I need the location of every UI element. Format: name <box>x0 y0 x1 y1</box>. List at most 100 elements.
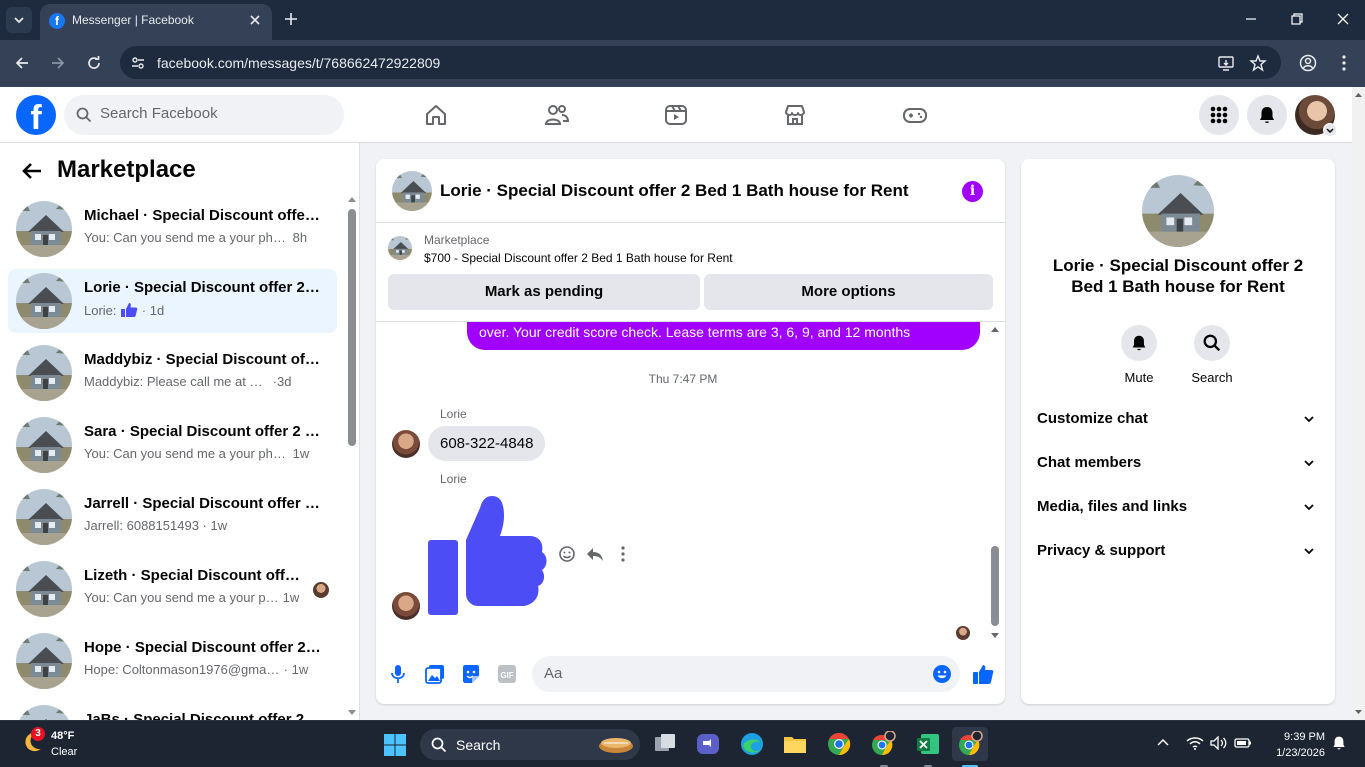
search-label: Search <box>1191 370 1233 385</box>
scroll-up-arrow-icon[interactable] <box>990 325 1000 333</box>
sidebar-scrollbar[interactable] <box>348 209 356 446</box>
emoji-icon[interactable] <box>932 664 952 684</box>
conversation-item-jarrell[interactable]: Jarrell · Special Discount offer 2 Bed 1… <box>8 485 337 549</box>
windows-start-icon[interactable] <box>384 734 406 756</box>
chrome-profile-icon[interactable] <box>870 731 896 757</box>
wifi-icon[interactable] <box>1186 736 1204 750</box>
more-actions-icon[interactable] <box>614 545 632 563</box>
mark-as-pending-button[interactable]: Mark as pending <box>388 274 700 310</box>
conversation-item-maddybiz[interactable]: Maddybiz · Special Discount offer 2 Bed … <box>8 341 337 405</box>
browser-menu-icon[interactable] <box>1336 54 1352 72</box>
privacy-support-section[interactable]: Privacy & support <box>1037 531 1319 571</box>
file-explorer-icon[interactable] <box>782 731 808 757</box>
bookmark-star-icon[interactable] <box>1249 54 1267 72</box>
microphone-icon[interactable] <box>390 664 406 684</box>
chrome-icon[interactable] <box>826 731 852 757</box>
weather-temperature[interactable]: 48°F <box>51 730 74 742</box>
conversation-item-sara[interactable]: Sara · Special Discount offer 2 Bed 1 Ba… <box>8 413 337 477</box>
message-list: over. Your credit score check. Lease ter… <box>376 322 1005 646</box>
scroll-down-arrow-icon[interactable] <box>347 709 357 717</box>
listing-thumbnail[interactable] <box>1142 175 1214 247</box>
facebook-search-box[interactable] <box>64 95 344 135</box>
conversation-item-hope[interactable]: Hope · Special Discount offer 2 Bed 1 Ba… <box>8 629 337 693</box>
chat-title[interactable]: Lorie · Special Discount offer 2 Bed 1 B… <box>440 181 909 201</box>
site-settings-icon[interactable] <box>130 55 146 71</box>
notification-bell-icon[interactable] <box>1331 735 1347 751</box>
message-input[interactable] <box>544 665 914 682</box>
window-close-icon[interactable] <box>1336 12 1350 26</box>
conversation-preview: You: Can you send me a your phone 1w <box>84 590 300 605</box>
teams-chat-icon[interactable] <box>695 731 721 757</box>
gaming-icon[interactable] <box>902 103 928 127</box>
info-icon[interactable]: i <box>962 181 983 202</box>
chat-members-section[interactable]: Chat members <box>1037 443 1319 483</box>
account-avatar[interactable] <box>1295 95 1337 137</box>
reload-icon[interactable] <box>86 55 102 71</box>
sender-avatar[interactable] <box>392 592 420 620</box>
mute-button[interactable]: Mute <box>1109 325 1169 385</box>
react-emoji-icon[interactable] <box>558 545 576 563</box>
scroll-up-arrow-icon[interactable] <box>347 195 357 203</box>
gif-icon[interactable]: GIF <box>497 664 517 684</box>
forward-arrow-icon[interactable] <box>50 55 66 71</box>
sticker-icon[interactable] <box>461 664 481 684</box>
scroll-down-arrow-icon[interactable] <box>1352 707 1365 717</box>
menu-grid-button[interactable] <box>1199 95 1239 135</box>
notifications-button[interactable] <box>1247 95 1287 135</box>
facebook-search-input[interactable] <box>100 105 330 122</box>
conversation-item-lizeth[interactable]: Lizeth · Special Discount offer 2 Bed 1 … <box>8 557 337 621</box>
show-hidden-icons-chevron-icon[interactable] <box>1156 736 1170 748</box>
conversation-item-jabs[interactable]: JaBs · Special Discount offer 2 Bed 1 Ba… <box>8 701 337 720</box>
media-files-links-section[interactable]: Media, files and links <box>1037 487 1319 527</box>
reply-arrow-icon[interactable] <box>586 545 604 563</box>
excel-icon[interactable] <box>915 731 941 757</box>
customize-chat-section[interactable]: Customize chat <box>1037 399 1319 439</box>
photo-gallery-icon[interactable] <box>425 664 445 684</box>
more-options-button[interactable]: More options <box>704 274 993 310</box>
taskbar-search[interactable]: Search <box>420 729 640 760</box>
incoming-message-bubble[interactable]: 608-322-4848 <box>428 426 546 461</box>
listing-thumbnail <box>16 633 72 689</box>
thumbs-up-sticker-icon[interactable] <box>428 494 548 616</box>
edge-browser-icon[interactable] <box>739 731 765 757</box>
search-icon <box>76 107 92 123</box>
video-icon[interactable] <box>664 103 688 127</box>
chrome-active-window-icon[interactable] <box>952 727 988 761</box>
listing-description[interactable]: $700 - Special Discount offer 2 Bed 1 Ba… <box>424 251 733 265</box>
url-text: facebook.com/messages/t/768662472922809 <box>157 55 441 71</box>
volume-icon[interactable] <box>1210 736 1228 750</box>
tab-close-icon[interactable] <box>248 13 262 27</box>
back-arrow-icon[interactable] <box>14 55 30 71</box>
listing-thumbnail[interactable] <box>392 171 432 211</box>
install-app-icon[interactable] <box>1217 54 1235 72</box>
facebook-logo-icon[interactable]: f <box>16 95 56 135</box>
search-conversation-button[interactable]: Search <box>1182 325 1242 385</box>
window-minimize-icon[interactable] <box>1244 12 1258 26</box>
weather-condition[interactable]: Clear <box>51 746 77 758</box>
conversation-item-lorie[interactable]: Lorie · Special Discount offer 2 Bed 1 B… <box>8 269 337 333</box>
marketplace-icon[interactable] <box>783 103 807 127</box>
tab-search-dropdown[interactable] <box>6 7 32 33</box>
task-view-icon[interactable] <box>652 731 678 757</box>
scroll-down-arrow-icon[interactable] <box>990 632 1000 640</box>
scroll-up-arrow-icon[interactable] <box>1352 90 1365 100</box>
outgoing-message-bubble[interactable]: over. Your credit score check. Lease ter… <box>467 322 980 350</box>
system-clock[interactable]: 9:39 PM 1/23/2026 <box>1265 729 1325 761</box>
address-bar[interactable]: facebook.com/messages/t/768662472922809 <box>120 46 1281 79</box>
page-scrollbar[interactable] <box>1352 87 1365 720</box>
browser-tab-active[interactable]: f Messenger | Facebook <box>40 4 272 40</box>
home-icon[interactable] <box>424 103 448 127</box>
chat-window: Lorie · Special Discount offer 2 Bed 1 B… <box>376 159 1005 704</box>
new-tab-plus-icon[interactable] <box>283 11 299 27</box>
battery-icon[interactable] <box>1234 736 1252 750</box>
message-input-box[interactable] <box>532 656 960 692</box>
chat-scrollbar[interactable] <box>991 546 999 626</box>
send-thumbs-up-icon[interactable] <box>972 663 994 685</box>
conversation-item-michael[interactable]: Michael · Special Discount offer 2 Bed 1… <box>8 197 337 261</box>
window-restore-icon[interactable] <box>1290 12 1304 26</box>
listing-thumbnail[interactable] <box>388 236 412 260</box>
browser-profile-icon[interactable] <box>1299 54 1317 72</box>
sender-avatar[interactable] <box>392 430 420 458</box>
back-arrow-icon[interactable] <box>22 162 42 180</box>
friends-icon[interactable] <box>544 103 570 127</box>
